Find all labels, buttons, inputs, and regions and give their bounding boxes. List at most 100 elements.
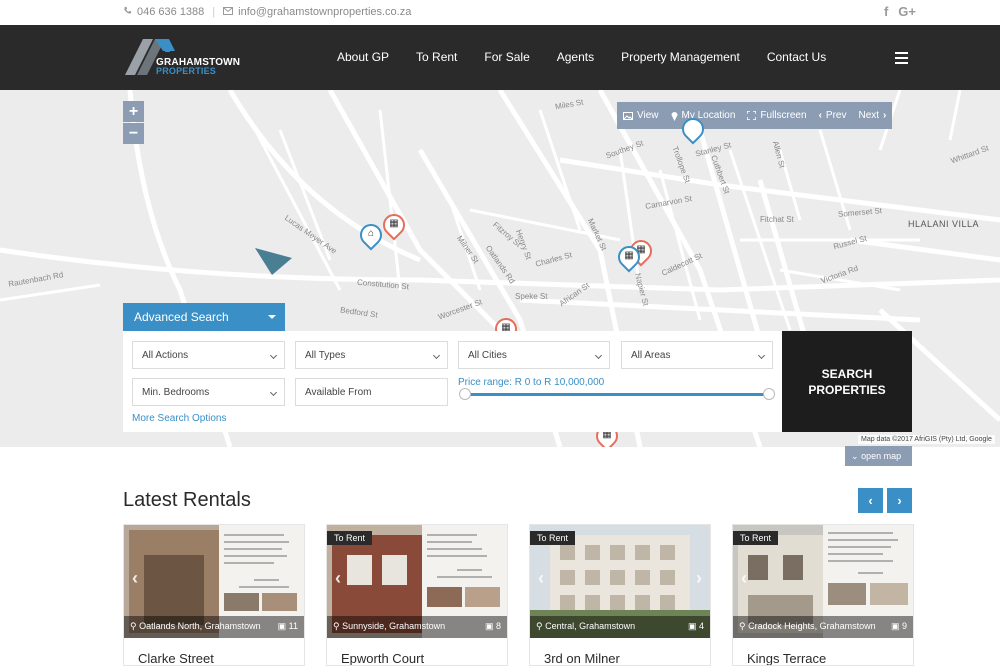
listing-location: ⚲ Sunnyside, Grahamstown <box>333 621 446 631</box>
types-select[interactable]: All Types <box>295 341 448 369</box>
chevron-down-icon <box>432 351 441 360</box>
search-button-line-1: SEARCH <box>821 367 873 381</box>
price-range-label: Price range: R 0 to R 10,000,000 <box>458 377 604 388</box>
fullscreen-label: Fullscreen <box>760 110 807 121</box>
photo-count-value: 9 <box>901 621 907 631</box>
photo-count-value: 11 <box>288 621 298 631</box>
menu-icon[interactable] <box>895 52 908 67</box>
photo-count: ▣ 11 <box>277 621 298 631</box>
zoom-in-button[interactable]: + <box>123 101 144 122</box>
listing-location: ⚲ Cradock Heights, Grahamstown <box>739 621 876 631</box>
photo-prev-icon[interactable]: ‹ <box>335 568 341 589</box>
nav-agents[interactable]: Agents <box>557 50 594 64</box>
types-value: All Types <box>305 350 346 361</box>
advanced-search-toggle[interactable]: Advanced Search <box>123 303 285 331</box>
map-pin-house[interactable]: ⌂ <box>355 219 387 252</box>
more-search-options-link[interactable]: More Search Options <box>132 413 227 424</box>
chevron-down-icon: ⌄ <box>851 451 859 461</box>
status-badge: To Rent <box>530 531 576 545</box>
brand-name[interactable]: GRAHAMSTOWN PROPERTIES <box>156 58 240 76</box>
price-slider-min-handle[interactable] <box>459 388 471 400</box>
listing-overlay: ⚲ Oatlands North, Grahamstown ▣ 11 <box>124 616 304 638</box>
map-attribution: Map data ©2017 AfriGIS (Pty) Ltd, Google <box>858 435 995 444</box>
prev-button[interactable]: ‹ Prev <box>819 110 847 121</box>
social-links: f G+ <box>884 4 916 19</box>
listing-location: ⚲ Central, Grahamstown <box>536 621 636 631</box>
view-label: View <box>637 110 659 121</box>
listing-title[interactable]: Kings Terrace <box>747 651 826 665</box>
facebook-icon[interactable]: f <box>884 4 888 19</box>
listing-location-text: Sunnyside, Grahamstown <box>342 621 446 631</box>
listing-card[interactable]: To Rent ‹ ⚲ Sunnyside, Grahamstown ▣ 8 E… <box>326 524 508 666</box>
listing-overlay: ⚲ Sunnyside, Grahamstown ▣ 8 <box>327 616 507 638</box>
listing-title[interactable]: Clarke Street <box>138 651 214 665</box>
phone-number[interactable]: 046 636 1388 <box>137 6 204 18</box>
bedrooms-value: Min. Bedrooms <box>142 387 210 398</box>
nav-contact[interactable]: Contact Us <box>767 50 826 64</box>
email-link[interactable]: info@grahamstownproperties.co.za <box>238 6 411 18</box>
available-from-placeholder: Available From <box>305 387 372 398</box>
photo-count-value: 4 <box>698 621 704 631</box>
site-header: GRAHAMSTOWN PROPERTIES About GP To Rent … <box>0 25 1000 90</box>
listing-location-text: Oatlands North, Grahamstown <box>139 621 261 631</box>
prev-label: Prev <box>825 110 847 121</box>
photo-count: ▣ 9 <box>890 621 907 631</box>
google-plus-icon[interactable]: G+ <box>898 4 916 19</box>
contact-info: 046 636 1388 | info@grahamstownpropertie… <box>123 6 411 18</box>
chevron-down-icon <box>269 388 278 397</box>
listing-location-text: Central, Grahamstown <box>545 621 636 631</box>
nav-for-sale[interactable]: For Sale <box>484 50 529 64</box>
image-icon <box>623 111 633 120</box>
carousel-next-button[interactable]: › <box>887 488 912 513</box>
map-pin-building[interactable]: ▦ <box>613 241 645 274</box>
chevron-down-icon <box>269 351 278 360</box>
map-pin[interactable] <box>677 113 709 146</box>
street-label: Speke St <box>515 292 548 301</box>
phone-icon <box>123 6 132 18</box>
photo-prev-icon[interactable]: ‹ <box>538 568 544 589</box>
price-slider[interactable] <box>465 393 769 396</box>
areas-select[interactable]: All Areas <box>621 341 773 369</box>
building-icon: ▦ <box>624 250 634 261</box>
listing-card[interactable]: To Rent ‹ ⚲ Cradock Heights, Grahamstown… <box>732 524 914 666</box>
price-label-text: Price range: <box>458 377 512 388</box>
fullscreen-button[interactable]: Fullscreen <box>747 110 807 121</box>
building-icon: ▦ <box>389 218 399 229</box>
listing-card[interactable]: ‹ ⚲ Oatlands North, Grahamstown ▣ 11 Cla… <box>123 524 305 666</box>
carousel-prev-button[interactable]: ‹ <box>858 488 883 513</box>
zoom-out-button[interactable]: − <box>123 123 144 144</box>
zoom-controls: + − <box>123 101 144 145</box>
price-slider-max-handle[interactable] <box>763 388 775 400</box>
nav-property-management[interactable]: Property Management <box>621 50 740 64</box>
photo-count-value: 8 <box>495 621 501 631</box>
photo-prev-icon[interactable]: ‹ <box>132 568 138 589</box>
photo-next-icon[interactable]: › <box>696 568 702 589</box>
bedrooms-select[interactable]: Min. Bedrooms <box>132 378 285 406</box>
nav-about[interactable]: About GP <box>337 50 389 64</box>
actions-value: All Actions <box>142 350 189 361</box>
listing-card[interactable]: To Rent ‹ › ⚲ Central, Grahamstown ▣ 4 3… <box>529 524 711 666</box>
cities-value: All Cities <box>468 350 507 361</box>
photo-prev-icon[interactable]: ‹ <box>741 568 747 589</box>
location-pin-icon <box>671 111 677 121</box>
listing-title[interactable]: Epworth Court <box>341 651 424 665</box>
chevron-down-icon <box>594 351 603 360</box>
map-pin-building[interactable]: ▦ <box>378 209 410 242</box>
areas-value: All Areas <box>631 350 671 361</box>
next-button[interactable]: Next › <box>858 110 886 121</box>
listing-title[interactable]: 3rd on Milner <box>544 651 620 665</box>
available-from-field[interactable]: Available From <box>295 378 448 406</box>
open-map-button[interactable]: ⌄ open map <box>845 446 912 466</box>
open-map-label: open map <box>861 451 902 461</box>
contact-bar: 046 636 1388 | info@grahamstownpropertie… <box>0 0 1000 25</box>
fullscreen-icon <box>747 111 757 120</box>
chevron-right-icon: › <box>883 110 887 121</box>
area-label: HLALANI VILLA <box>908 219 980 229</box>
actions-select[interactable]: All Actions <box>132 341 285 369</box>
chevron-left-icon: ‹ <box>818 110 822 121</box>
next-label: Next <box>858 110 880 121</box>
nav-to-rent[interactable]: To Rent <box>416 50 457 64</box>
search-properties-button[interactable]: SEARCH PROPERTIES <box>782 331 912 432</box>
view-button[interactable]: View <box>623 110 659 121</box>
cities-select[interactable]: All Cities <box>458 341 610 369</box>
